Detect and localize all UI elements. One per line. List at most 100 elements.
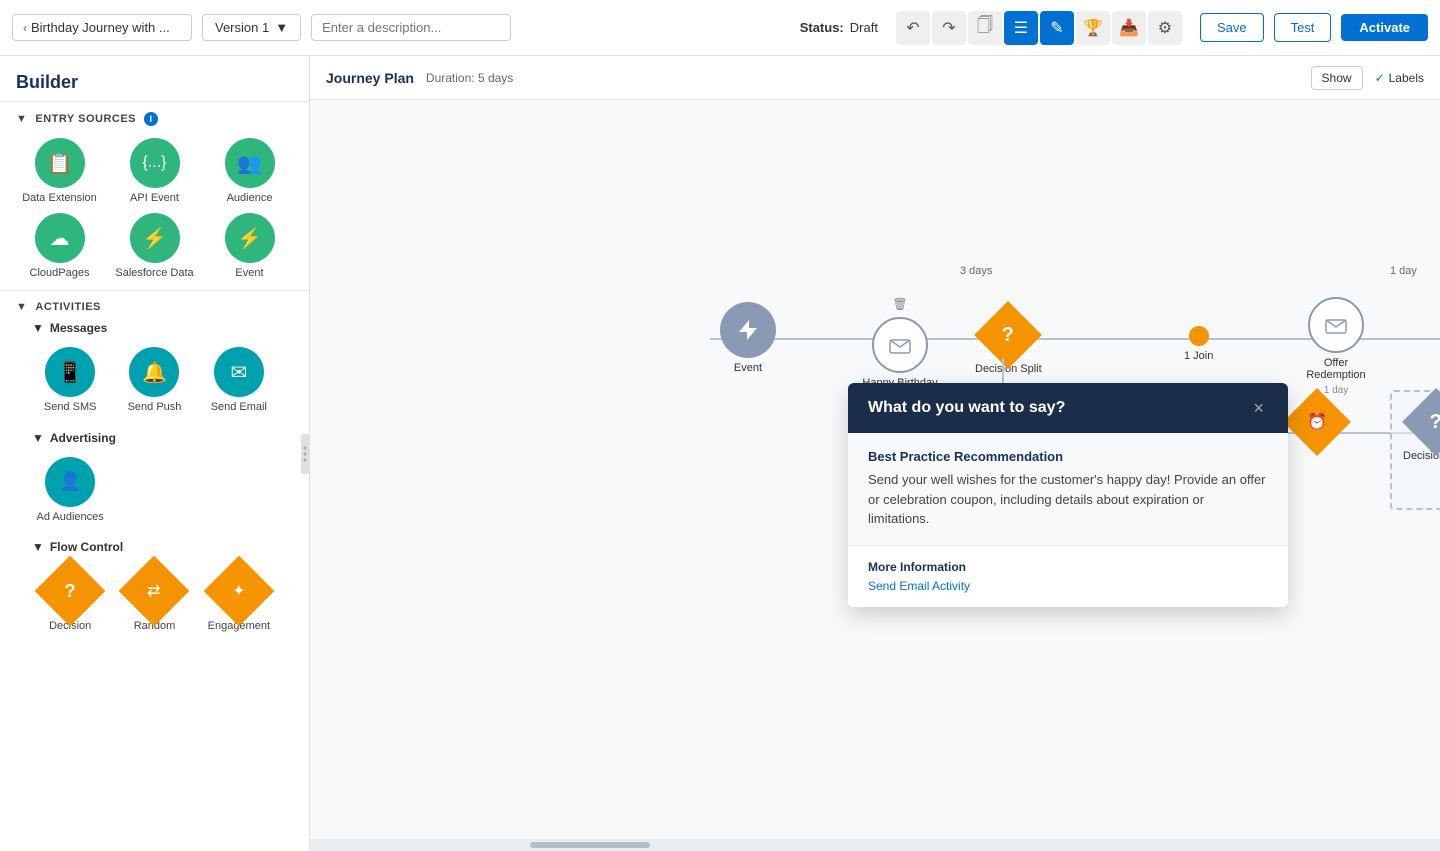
messages-arrow-icon: ▼ <box>32 321 44 335</box>
offer-redemption-node[interactable]: Offer Redemption 1 day <box>1296 297 1376 396</box>
top-bar: ‹ Birthday Journey with ... Version 1 ▼ … <box>0 0 1440 56</box>
status-label: Status: <box>800 20 844 35</box>
save-button[interactable]: Save <box>1200 13 1264 42</box>
ad-audiences-icon: 👤 <box>45 457 95 507</box>
canvas-inner: Event 🗑 Happy Birthday ✎ 3 days ? <box>330 120 1440 720</box>
random-icon: ⇄ <box>119 555 190 626</box>
messages-toggle[interactable]: ▼ Messages <box>32 321 277 335</box>
back-chevron-icon: ‹ <box>23 21 27 35</box>
redo-button[interactable]: ↷ <box>932 11 966 45</box>
labels-check: ✓ Labels <box>1375 71 1424 85</box>
settings-button[interactable]: ⚙ <box>1148 11 1182 45</box>
entry-sources-toggle[interactable]: ▼ ENTRY SOURCES i <box>16 112 293 126</box>
canvas-title: Journey Plan <box>326 70 414 86</box>
data-extension-icon: 📋 <box>35 138 85 188</box>
send-email-item[interactable]: ✉ Send Email <box>201 347 277 414</box>
entry-sources-section: ▼ ENTRY SOURCES i 📋 Data Extension {...}… <box>0 101 309 290</box>
entry-sources-info-icon: i <box>144 112 158 126</box>
event-item[interactable]: ⚡ Event <box>206 213 293 280</box>
random-item[interactable]: ⇄ Random <box>116 566 192 633</box>
api-event-icon: {...} <box>130 138 180 188</box>
activities-section: ▼ ACTIVITIES ▼ Messages 📱 Send SMS 🔔 Sen <box>0 290 309 651</box>
tooltip-close-button[interactable]: × <box>1249 399 1268 417</box>
edit-mode-button[interactable]: ✎ <box>1040 11 1074 45</box>
event-label: Event <box>235 267 263 280</box>
data-extension-label: Data Extension <box>22 192 97 205</box>
send-email-label: Send Email <box>211 401 267 414</box>
tooltip-more-label: More Information <box>868 560 1268 574</box>
audience-item[interactable]: 👥 Audience <box>206 138 293 205</box>
journey-title: Birthday Journey with ... <box>31 20 170 35</box>
ad-audiences-item[interactable]: 👤 Ad Audiences <box>32 457 108 524</box>
copy-button[interactable]: 🗍 <box>968 11 1002 45</box>
labels-label: Labels <box>1389 71 1424 85</box>
advertising-label: Advertising <box>50 431 116 445</box>
salesforce-data-item[interactable]: ⚡ Salesforce Data <box>111 213 198 280</box>
salesforce-data-icon: ⚡ <box>130 213 180 263</box>
show-button[interactable]: Show <box>1311 66 1363 90</box>
status-area: Status: Draft <box>800 20 878 35</box>
cloudpages-label: CloudPages <box>30 267 90 280</box>
version-arrow-icon: ▼ <box>275 20 288 35</box>
filter-button[interactable]: ☰ <box>1004 11 1038 45</box>
journey-canvas[interactable]: Event 🗑 Happy Birthday ✎ 3 days ? <box>310 100 1440 839</box>
messages-label: Messages <box>50 321 107 335</box>
activities-toggle[interactable]: ▼ ACTIVITIES <box>16 301 293 313</box>
cloudpages-icon: ☁ <box>35 213 85 263</box>
messages-grid: 📱 Send SMS 🔔 Send Push ✉ Send Email <box>32 347 277 414</box>
join-dot-node[interactable]: 1 Join <box>1184 326 1213 362</box>
version-label: Version 1 <box>215 20 269 35</box>
decision-icon: ? <box>35 555 106 626</box>
lower-clock-node[interactable]: ⏰ <box>1293 398 1341 446</box>
advertising-grid: 👤 Ad Audiences <box>32 457 277 524</box>
trophy-button[interactable]: 🏆 <box>1076 11 1110 45</box>
send-sms-item[interactable]: 📱 Send SMS <box>32 347 108 414</box>
decision-split-2-node[interactable]: ? Decision Split <box>1403 398 1440 462</box>
send-push-item[interactable]: 🔔 Send Push <box>116 347 192 414</box>
decision-item[interactable]: ? Decision <box>32 566 108 633</box>
api-event-label: API Event <box>130 192 179 205</box>
salesforce-data-label: Salesforce Data <box>115 267 193 280</box>
engagement-icon: ✦ <box>203 555 274 626</box>
event-node[interactable]: Event <box>720 302 776 374</box>
description-input[interactable] <box>311 14 511 41</box>
api-event-item[interactable]: {...} API Event <box>111 138 198 205</box>
send-sms-icon: 📱 <box>45 347 95 397</box>
activate-button[interactable]: Activate <box>1341 14 1428 41</box>
trash-icon[interactable]: 🗑 <box>892 297 907 311</box>
toolbar-icons: ↶ ↷ 🗍 ☰ ✎ 🏆 📥 ⚙ <box>896 11 1182 45</box>
scrollbar-thumb[interactable] <box>530 842 650 848</box>
flow-control-arrow-icon: ▼ <box>32 540 44 554</box>
flow-control-label: Flow Control <box>50 540 123 554</box>
version-button[interactable]: Version 1 ▼ <box>202 14 301 41</box>
send-sms-label: Send SMS <box>44 401 97 414</box>
export-button[interactable]: 📥 <box>1112 11 1146 45</box>
data-extension-item[interactable]: 📋 Data Extension <box>16 138 103 205</box>
engagement-item[interactable]: ✦ Engagement <box>201 566 277 633</box>
join-dot <box>1189 326 1209 346</box>
test-button[interactable]: Test <box>1274 13 1332 42</box>
back-button[interactable]: ‹ Birthday Journey with ... <box>12 14 192 41</box>
horizontal-scrollbar[interactable] <box>310 839 1440 851</box>
tooltip-header: What do you want to say? × <box>848 383 1288 433</box>
advertising-subsection: ▼ Advertising 👤 Ad Audiences <box>16 423 293 532</box>
decision-split-1-node[interactable]: ? Decision Split <box>975 311 1042 375</box>
entry-sources-label: ENTRY SOURCES <box>35 113 136 125</box>
three-days-label: 3 days <box>960 265 992 277</box>
undo-button[interactable]: ↶ <box>896 11 930 45</box>
cloudpages-item[interactable]: ☁ CloudPages <box>16 213 103 280</box>
duration-text: Duration: 5 days <box>426 71 513 85</box>
join-label: 1 Join <box>1184 350 1213 362</box>
send-push-label: Send Push <box>128 401 182 414</box>
offer-redemption-sublabel: 1 day <box>1324 385 1348 396</box>
flow-control-toggle[interactable]: ▼ Flow Control <box>32 540 277 554</box>
tooltip-link[interactable]: Send Email Activity <box>868 579 970 593</box>
sidebar-resize-handle[interactable] <box>301 434 309 474</box>
decision-split-2-diamond: ? <box>1402 388 1440 456</box>
tooltip-footer: More Information Send Email Activity <box>848 545 1288 607</box>
advertising-toggle[interactable]: ▼ Advertising <box>32 431 277 445</box>
tooltip-body: Best Practice Recommendation Send your w… <box>848 433 1288 545</box>
event-label: Event <box>734 362 762 374</box>
offer-redemption-circle <box>1308 297 1364 353</box>
entry-sources-arrow-icon: ▼ <box>16 113 27 125</box>
